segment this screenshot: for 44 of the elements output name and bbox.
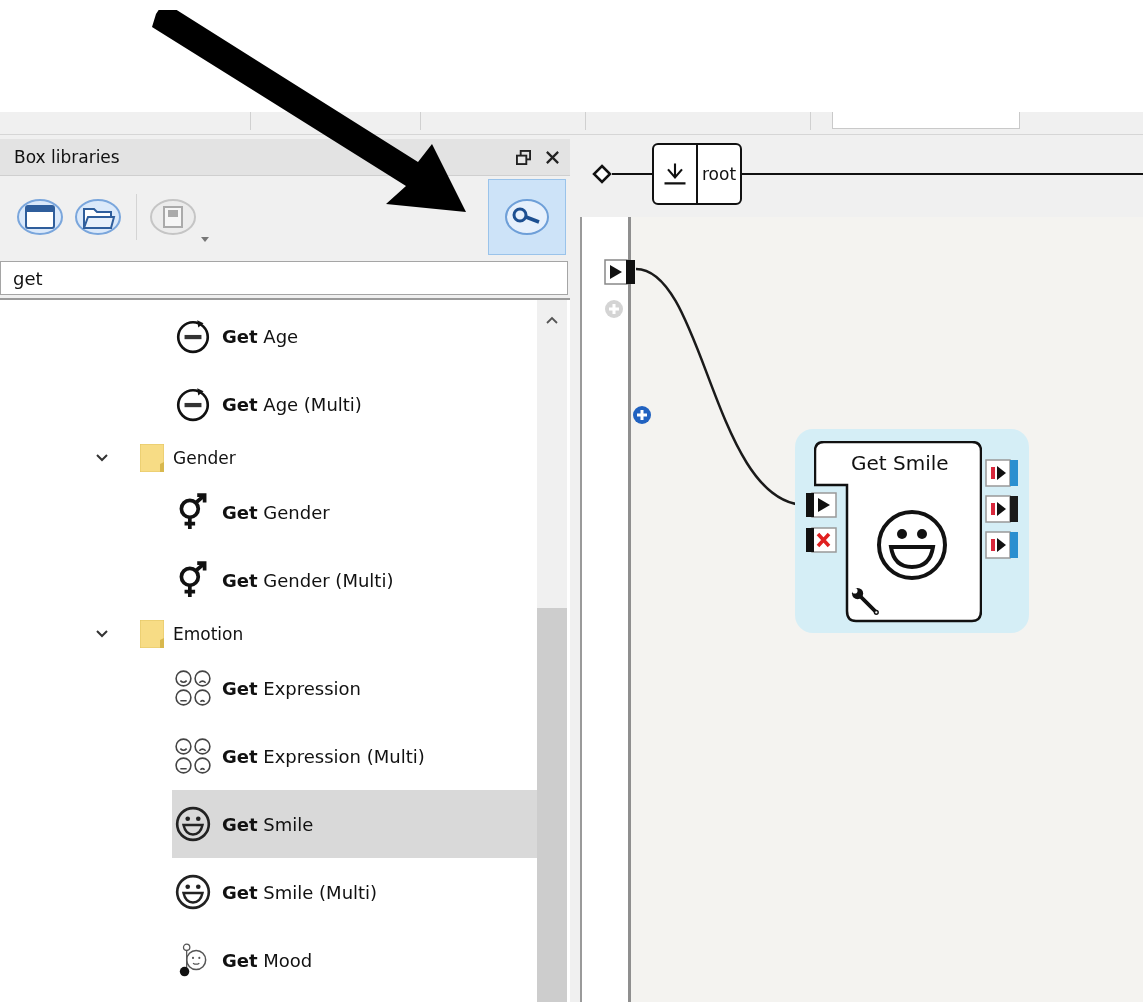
library-box-item[interactable]: Get Expression (Multi) <box>172 722 537 790</box>
output-port-icon[interactable] <box>985 531 1019 559</box>
output-port-icon[interactable] <box>985 495 1019 523</box>
library-box-item[interactable]: Get Gender <box>172 478 537 546</box>
smiley-icon <box>174 805 212 843</box>
search-field[interactable]: get <box>0 261 568 295</box>
play-port-icon[interactable] <box>805 492 837 518</box>
smiley-icon <box>174 873 212 911</box>
folder-icon <box>140 444 164 472</box>
library-box-item[interactable]: Get Age <box>172 302 537 370</box>
age-icon <box>174 385 212 423</box>
float-icon[interactable] <box>516 149 531 165</box>
search-icon <box>503 197 551 237</box>
stop-port-icon[interactable] <box>805 527 837 553</box>
library-box-item[interactable]: Get Smile <box>172 790 537 858</box>
scrollbar[interactable] <box>537 300 567 1002</box>
smiley-icon <box>876 509 948 581</box>
folder-icon <box>140 620 164 648</box>
library-box-item[interactable]: Get Mood <box>172 926 537 994</box>
box-node[interactable] <box>814 441 982 623</box>
close-icon[interactable] <box>545 149 560 165</box>
window-icon <box>16 197 64 237</box>
input-field[interactable] <box>832 112 1020 129</box>
panel-title: Box libraries <box>14 147 121 167</box>
wrench-icon[interactable] <box>851 587 881 617</box>
library-box-item[interactable]: Get Smile (Multi) <box>172 858 537 926</box>
root-box[interactable]: root <box>652 143 743 205</box>
faces-icon <box>174 737 212 775</box>
library-box-item[interactable]: Get Gender (Multi) <box>172 546 537 614</box>
folder-icon <box>74 197 122 237</box>
search-toggle-button[interactable] <box>488 179 566 255</box>
node-title: Get Smile <box>851 451 949 475</box>
output-port-icon[interactable] <box>985 459 1019 487</box>
play-port-icon[interactable] <box>604 259 636 285</box>
library-box-item[interactable]: Get Age (Multi) <box>172 370 537 438</box>
folder-item[interactable]: Gender <box>95 438 537 478</box>
caret-icon <box>201 237 209 242</box>
library-box-item[interactable]: Get Expression <box>172 654 537 722</box>
add-icon[interactable] <box>632 405 652 425</box>
faces-icon <box>174 669 212 707</box>
folder-item[interactable]: Emotion <box>95 614 537 654</box>
node-selection[interactable]: Get Smile <box>795 429 1029 633</box>
age-icon <box>174 317 212 355</box>
scroll-up-icon[interactable] <box>546 316 558 324</box>
